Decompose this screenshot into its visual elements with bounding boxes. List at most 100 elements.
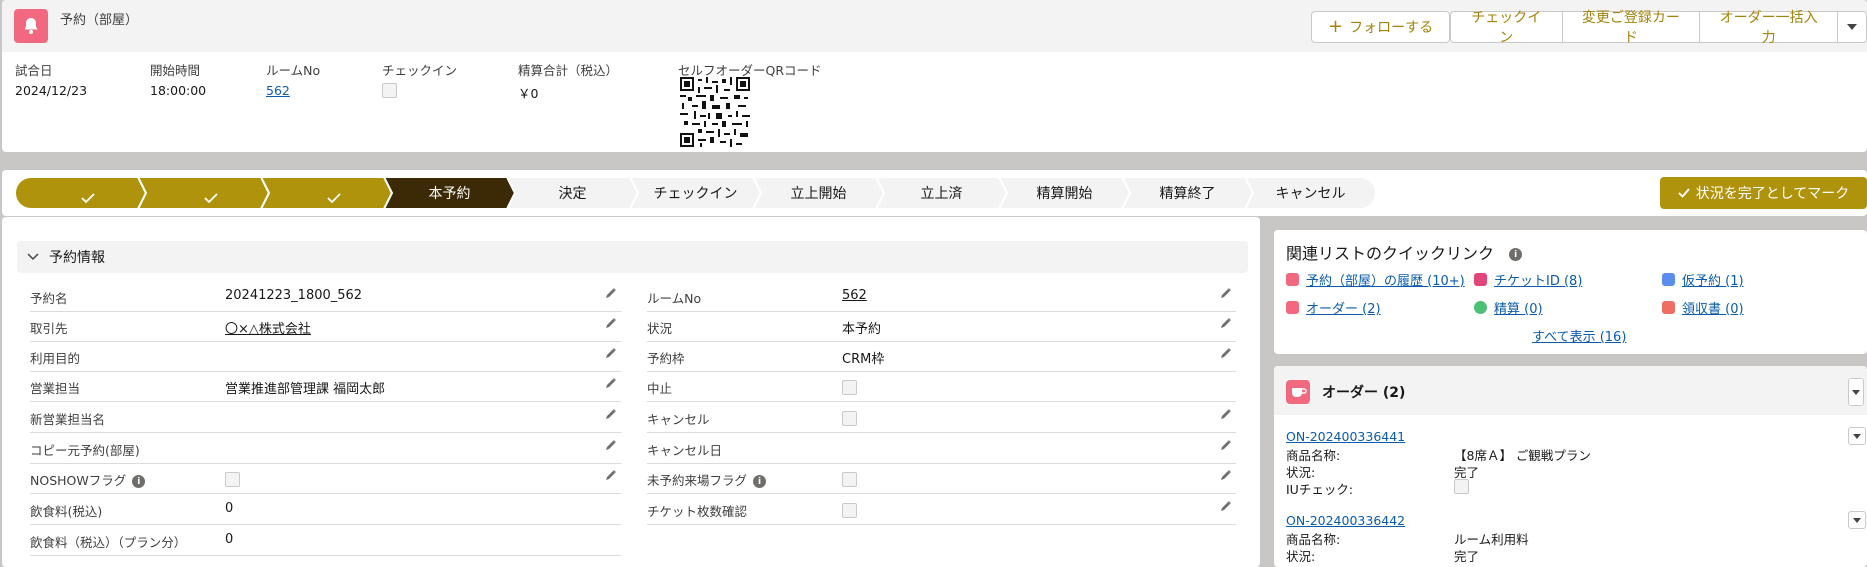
pencil-icon[interactable] xyxy=(605,347,617,363)
order-row-menu[interactable] xyxy=(1848,427,1866,445)
order-row-menu[interactable] xyxy=(1848,511,1866,529)
path-step-label: 精算開始 xyxy=(1036,186,1093,202)
suspended-checkbox xyxy=(842,380,857,395)
orders-related-list: オーダー (2) ON-202400336441 商品名称: 【8席Ａ】 ご観戦… xyxy=(1274,366,1867,567)
object-label-text: 予約（部屋） xyxy=(60,13,139,28)
field-label: キャンセル xyxy=(647,412,710,427)
quick-link-label[interactable]: 精算 (0) xyxy=(1494,298,1543,317)
field-reservation-slot: 予約枠 CRM枠 xyxy=(647,342,1236,372)
bulk-order-button[interactable]: オーダー一括入力 xyxy=(1699,10,1837,46)
orders-header: オーダー (2) xyxy=(1274,366,1867,415)
field-noshow-flag: NOSHOWフラグ i xyxy=(30,464,621,494)
path-step-11[interactable]: キャンセル xyxy=(1245,177,1376,209)
quick-link-label[interactable]: 仮予約 (1) xyxy=(1682,270,1744,289)
account-link[interactable]: 〇×△株式会社 xyxy=(225,318,311,337)
field-food-fee: 飲食料(税込) 0 xyxy=(30,495,621,525)
pencil-icon[interactable] xyxy=(605,439,617,455)
quick-link-order[interactable]: オーダー (2) xyxy=(1286,298,1381,317)
field-label: キャンセル日 xyxy=(647,443,723,458)
path-step-8[interactable]: 立上済 xyxy=(876,177,1007,209)
path-step-7[interactable]: 立上開始 xyxy=(753,177,884,209)
record-header-top: 予約（部屋） + フォローする チェックイン 変更ご登録カード オーダー一括入力 xyxy=(2,0,1867,52)
quick-link-ticket[interactable]: チケットID (8) xyxy=(1474,270,1582,289)
mark-status-complete-button[interactable]: 状況を完了としてマーク xyxy=(1660,177,1867,209)
path-step-3[interactable] xyxy=(261,177,392,209)
field-label-text: NOSHOWフラグ xyxy=(30,473,127,488)
field-status: 状況 本予約 xyxy=(647,312,1236,342)
order-status-label: 状況: xyxy=(1286,549,1316,564)
field-value: 営業推進部管理課 福岡太郎 xyxy=(225,382,386,397)
history-icon xyxy=(1286,273,1299,286)
field-label: コピー元予約(部屋) xyxy=(30,443,140,458)
field-purpose: 利用目的 xyxy=(30,342,621,372)
show-all-link[interactable]: すべて表示 (16) xyxy=(1532,326,1626,345)
checkin-button[interactable]: チェックイン xyxy=(1450,10,1562,46)
quick-link-label[interactable]: チケットID (8) xyxy=(1494,270,1582,289)
field-label: 予約枠 xyxy=(647,351,685,366)
cup-icon xyxy=(1286,380,1310,404)
order-link[interactable]: ON-202400336441 xyxy=(1286,429,1405,444)
path-step-6[interactable]: チェックイン xyxy=(630,177,761,209)
field-label: 飲食料（税込）（プラン分） xyxy=(30,535,187,550)
quick-link-label[interactable]: 予約（部屋）の履歴 (10+) xyxy=(1306,270,1465,289)
pencil-icon[interactable] xyxy=(1220,347,1232,363)
path-step-4[interactable]: 本予約 xyxy=(384,177,515,209)
money-icon xyxy=(1474,301,1487,314)
pencil-icon[interactable] xyxy=(605,287,617,303)
field-value: 0 xyxy=(225,532,234,547)
field-value: 20241223_1800_562 xyxy=(225,288,363,303)
start-time-value: 18:00:00 xyxy=(150,83,207,98)
pencil-icon[interactable] xyxy=(1220,469,1232,485)
object-label: 予約（部屋） xyxy=(60,9,138,28)
field-label: ルームNo xyxy=(647,291,702,306)
receipt-icon xyxy=(1662,301,1675,314)
info-icon[interactable]: i xyxy=(132,475,146,488)
path-step-9[interactable]: 精算開始 xyxy=(999,177,1130,209)
pencil-icon[interactable] xyxy=(1220,287,1232,303)
highlight-total: 精算合計（税込） ￥0 xyxy=(518,60,618,102)
field-value: CRM枠 xyxy=(842,352,885,367)
plus-icon: + xyxy=(1328,16,1344,37)
field-value: 本予約 xyxy=(842,322,882,337)
order-link[interactable]: ON-202400336442 xyxy=(1286,513,1405,528)
checkin-checkbox xyxy=(382,83,397,98)
orders-menu-button[interactable] xyxy=(1848,378,1864,406)
path-step-10[interactable]: 精算終了 xyxy=(1122,177,1253,209)
match-date-label: 試合日 xyxy=(15,63,53,78)
pencil-icon[interactable] xyxy=(1220,500,1232,516)
info-icon[interactable]: i xyxy=(753,475,767,488)
quick-link-label[interactable]: オーダー (2) xyxy=(1306,298,1381,317)
chevron-down-icon xyxy=(1846,24,1857,30)
room-no-link[interactable]: 562 xyxy=(842,288,867,303)
field-label: 未予約来場フラグ i xyxy=(647,470,767,489)
field-label: 新営業担当名 xyxy=(30,412,106,427)
pencil-icon[interactable] xyxy=(1220,439,1232,455)
mark-complete-label: 状況を完了としてマーク xyxy=(1695,186,1850,202)
quick-link-settlement[interactable]: 精算 (0) xyxy=(1474,298,1543,317)
pencil-icon[interactable] xyxy=(1220,408,1232,424)
quick-link-provisional[interactable]: 仮予約 (1) xyxy=(1662,270,1744,289)
highlight-room-no: ルームNo 562 xyxy=(266,60,320,98)
path-step-1[interactable] xyxy=(15,177,146,209)
path-step-5[interactable]: 決定 xyxy=(507,177,638,209)
path-steps: 本予約 決定 チェックイン 立上開始 立上済 精算開始 精算終了 キャンセル xyxy=(15,177,1630,209)
quick-link-receipt[interactable]: 領収書 (0) xyxy=(1662,298,1744,317)
path-step-label: 精算終了 xyxy=(1159,186,1216,202)
pencil-icon[interactable] xyxy=(1220,317,1232,333)
section-header-reservation-info[interactable]: 予約情報 xyxy=(17,241,1248,273)
pencil-icon[interactable] xyxy=(605,469,617,485)
pencil-icon[interactable] xyxy=(605,377,617,393)
room-no-link[interactable]: 562 xyxy=(266,83,290,98)
quick-link-label[interactable]: 領収書 (0) xyxy=(1682,298,1744,317)
quick-link-history[interactable]: 予約（部屋）の履歴 (10+) xyxy=(1286,270,1465,289)
path-step-label: 本予約 xyxy=(428,186,471,202)
pencil-icon[interactable] xyxy=(605,317,617,333)
path-step-2[interactable] xyxy=(138,177,269,209)
change-card-button[interactable]: 変更ご登録カード xyxy=(1561,10,1700,46)
follow-button[interactable]: + フォローする xyxy=(1311,11,1451,43)
qr-code-image xyxy=(680,77,750,147)
more-actions-button[interactable] xyxy=(1836,11,1867,43)
orders-title: オーダー (2) xyxy=(1322,385,1406,401)
pencil-icon[interactable] xyxy=(605,408,617,424)
info-icon[interactable]: i xyxy=(1509,248,1523,261)
